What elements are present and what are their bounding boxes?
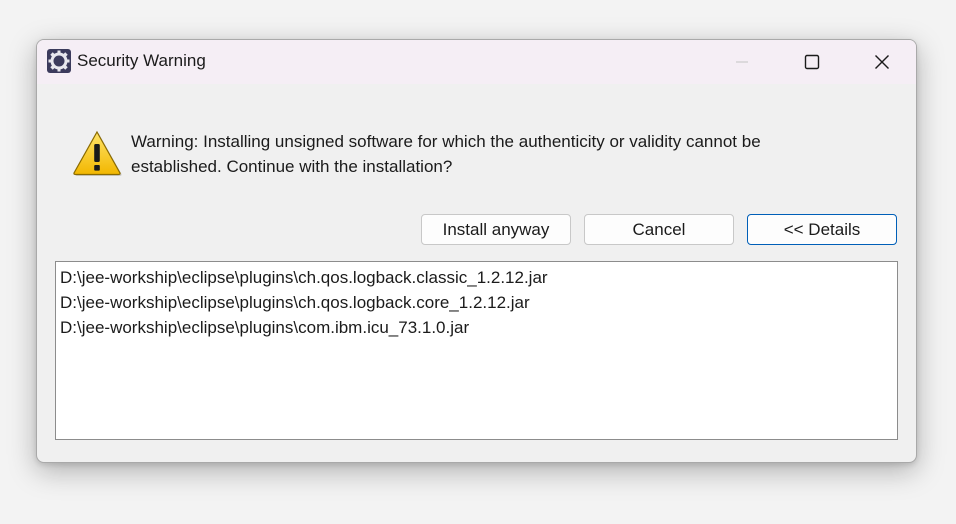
window-title: Security Warning [77,51,206,70]
install-anyway-button[interactable]: Install anyway [421,214,571,245]
maximize-icon [804,54,820,70]
minimize-icon [736,61,748,63]
warning-message: Warning: Installing unsigned software fo… [131,132,761,176]
close-icon [875,55,889,69]
cancel-button[interactable]: Cancel [584,214,734,245]
unsigned-files-list[interactable]: D:\jee-workship\eclipse\plugins\ch.qos.l… [55,261,898,440]
title-bar[interactable]: Security Warning [37,40,916,84]
security-warning-dialog: Security Warning Warning: Installing uns… [36,39,917,463]
eclipse-gear-icon [47,49,71,73]
list-item[interactable]: D:\jee-workship\eclipse\plugins\com.ibm.… [60,315,897,340]
warning-triangle-icon [73,130,122,176]
list-item[interactable]: D:\jee-workship\eclipse\plugins\ch.qos.l… [60,265,897,290]
list-item[interactable]: D:\jee-workship\eclipse\plugins\ch.qos.l… [60,290,897,315]
minimize-button[interactable] [719,40,765,84]
maximize-button[interactable] [789,40,835,84]
close-button[interactable] [859,40,905,84]
details-toggle-button[interactable]: << Details [747,214,897,245]
